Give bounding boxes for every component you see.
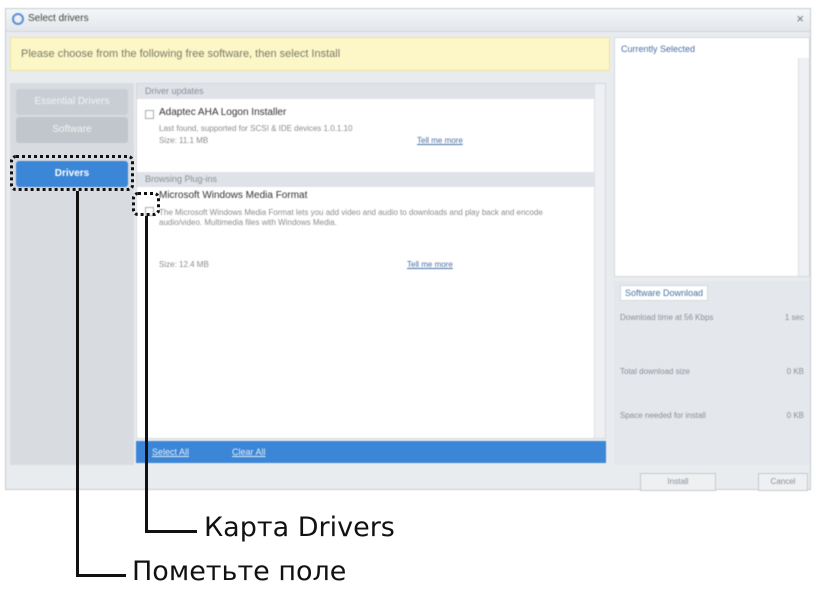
item-checkbox[interactable] — [145, 110, 154, 119]
callout-line — [145, 216, 148, 533]
checkbox-callout-box — [132, 192, 160, 216]
download-row-value: 0 KB — [786, 367, 804, 376]
title-bar: Select drivers × — [6, 9, 810, 32]
download-row: Total download size 0 KB — [620, 367, 804, 376]
cancel-button[interactable]: Cancel — [758, 473, 808, 491]
download-panel: Software Download Download time at 56 Kb… — [614, 281, 810, 465]
software-list: Driver updates Adaptec AHA Logon Install… — [136, 83, 606, 439]
download-row-label: Total download size — [620, 367, 690, 376]
selected-scrollbar[interactable] — [798, 58, 809, 276]
item-size: Size: 11.1 MB — [159, 136, 209, 145]
select-all-link[interactable]: Select All — [152, 447, 189, 457]
download-row: Download time at 56 Kbps 1 sec — [620, 313, 804, 322]
item-description: Last found, supported for SCSI & IDE dev… — [159, 124, 353, 133]
drivers-tab-annotation: Карта Drivers — [204, 512, 395, 543]
tell-me-more-link[interactable]: Tell me more — [407, 260, 453, 269]
window-title: Select drivers — [28, 13, 89, 24]
selected-panel: Currently Selected — [614, 37, 810, 277]
drivers-tab-callout-box — [10, 155, 134, 191]
tell-me-more-link[interactable]: Tell me more — [417, 136, 463, 145]
selection-bar: Select All Clear All — [136, 441, 606, 463]
item-title: Microsoft Windows Media Format — [159, 190, 308, 201]
nav-item-software[interactable]: Software — [16, 117, 128, 143]
clear-all-link[interactable]: Clear All — [232, 447, 266, 457]
list-scrollbar[interactable] — [594, 84, 605, 438]
instruction-banner: Please choose from the following free so… — [10, 37, 610, 71]
dialog-window: Select drivers × Please choose from the … — [5, 8, 811, 491]
download-row-value: 1 sec — [784, 313, 804, 322]
download-panel-title: Software Download — [620, 285, 709, 301]
download-row-label: Download time at 56 Kbps — [620, 313, 714, 322]
download-row-label: Space needed for install — [620, 411, 706, 420]
callout-line — [145, 530, 197, 533]
install-button[interactable]: Install — [640, 473, 716, 491]
callout-line — [76, 574, 126, 577]
nav-item-essential[interactable]: Essential Drivers — [16, 89, 128, 115]
category-nav: Essential Drivers Software Drivers — [10, 83, 134, 465]
item-description: The Microsoft Windows Media Format lets … — [159, 208, 543, 227]
download-row-value: 0 KB — [786, 411, 804, 420]
group-header: Browsing Plug-ins — [137, 172, 605, 187]
group-header: Driver updates — [137, 84, 605, 99]
selected-panel-title: Currently Selected — [621, 44, 696, 54]
callout-line — [76, 191, 79, 577]
download-row: Space needed for install 0 KB — [620, 411, 804, 420]
item-size: Size: 12.4 MB — [159, 260, 209, 269]
close-icon[interactable]: × — [796, 11, 804, 26]
checkbox-annotation: Пометьте поле — [132, 556, 347, 587]
app-icon — [12, 13, 24, 25]
item-title: Adaptec AHA Logon Installer — [159, 107, 287, 118]
